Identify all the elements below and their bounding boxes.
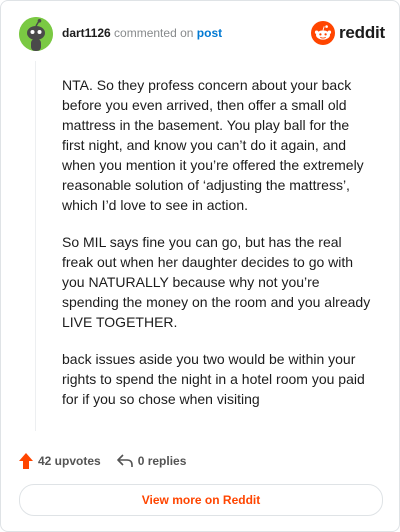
thread-line	[35, 61, 36, 431]
comment-paragraph: NTA. So they profess concern about your …	[62, 77, 364, 213]
reply-button[interactable]: 0 replies	[116, 454, 187, 468]
comment-card: dart1126 commented on post reddit NTA. S…	[0, 0, 400, 532]
reddit-snoo-icon	[310, 21, 335, 45]
username[interactable]: dart1126	[62, 26, 111, 40]
comment-body: NTA. So they profess concern about your …	[62, 75, 372, 426]
comment-header: dart1126 commented on post reddit	[19, 17, 385, 53]
comment-footer: 42 upvotes 0 replies	[19, 449, 202, 473]
reddit-logo[interactable]: reddit	[310, 21, 385, 45]
upvote-button[interactable]: 42 upvotes	[19, 453, 101, 469]
reply-arrow-icon	[116, 454, 133, 467]
avatar[interactable]	[19, 17, 53, 51]
brand-name: reddit	[338, 23, 385, 42]
comment-meta: dart1126 commented on post	[62, 26, 222, 40]
view-more-button[interactable]: View more on Reddit	[19, 484, 383, 516]
action-text: commented on	[114, 26, 194, 40]
upvote-count: 42 upvotes	[38, 454, 101, 468]
reply-count: 0 replies	[137, 454, 187, 468]
comment-paragraph: back issues aside you two would be withi…	[62, 351, 365, 407]
comment-paragraph: So MIL says fine you can go, but has the…	[62, 234, 371, 330]
post-link[interactable]: post	[197, 26, 222, 40]
snoo-avatar-icon	[19, 17, 53, 51]
upvote-arrow-icon	[19, 453, 33, 469]
